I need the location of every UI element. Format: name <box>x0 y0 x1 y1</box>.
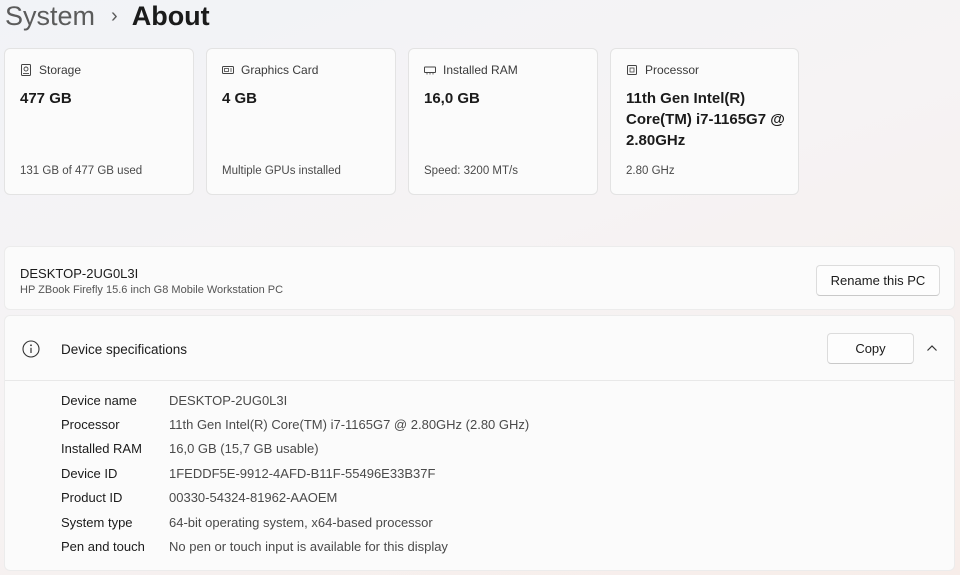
graphics-card-value: 4 GB <box>222 90 258 107</box>
spec-value: 00330-54324-81962-AAOEM <box>169 490 338 506</box>
graphics-card-card[interactable]: Graphics Card 4 GB Multiple GPUs install… <box>206 48 396 195</box>
spec-key: Device ID <box>61 465 118 481</box>
chevron-up-icon[interactable] <box>925 341 939 355</box>
graphics-card-sub: Multiple GPUs installed <box>222 165 341 177</box>
spec-row-device-id: Device ID 1FEDDF5E-9912-4AFD-B11F-55496E3… <box>61 461 529 485</box>
processor-card[interactable]: Processor 11th Gen Intel(R) Core(TM) i7-… <box>610 48 799 195</box>
spec-row-device-name: Device name DESKTOP-2UG0L3I <box>61 388 529 412</box>
spec-row-system-type: System type 64-bit operating system, x64-… <box>61 510 529 534</box>
breadcrumb: System › About <box>5 0 210 36</box>
device-name-panel: DESKTOP-2UG0L3I HP ZBook Firefly 15.6 in… <box>4 246 955 310</box>
storage-usage: 131 GB of 477 GB used <box>20 165 143 177</box>
processor-value: 11th Gen Intel(R) Core(TM) i7-1165G7 @ 2… <box>626 90 785 149</box>
processor-speed: 2.80 GHz <box>626 165 675 177</box>
device-name: DESKTOP-2UG0L3I <box>20 266 139 281</box>
copy-button[interactable]: Copy <box>827 333 914 364</box>
spec-key: Processor <box>61 417 120 433</box>
spec-key: System type <box>61 514 133 530</box>
spec-value: No pen or touch input is available for t… <box>169 539 448 555</box>
spec-row-product-id: Product ID 00330-54324-81962-AAOEM <box>61 486 529 510</box>
spec-row-pen-and-touch: Pen and touch No pen or touch input is av… <box>61 534 529 558</box>
device-model: HP ZBook Firefly 15.6 inch G8 Mobile Wor… <box>20 284 284 296</box>
spec-row-processor: Processor 11th Gen Intel(R) Core(TM) i7-1… <box>61 412 529 436</box>
spec-value: 11th Gen Intel(R) Core(TM) i7-1165G7 @ 2… <box>169 417 530 433</box>
ram-speed: Speed: 3200 MT/s <box>424 165 518 177</box>
spec-key: Product ID <box>61 490 123 506</box>
spec-list: Device name DESKTOP-2UG0L3I Processor 11th… <box>61 388 529 559</box>
device-specifications-panel: Device specifications Copy Device name DE… <box>4 315 955 571</box>
spec-value: 16,0 GB (15,7 GB usable) <box>169 441 319 457</box>
storage-label: Storage <box>39 63 82 77</box>
ram-value: 16,0 GB <box>424 90 480 107</box>
chevron-right-icon: › <box>111 4 118 27</box>
ram-label: Installed RAM <box>443 63 518 77</box>
spec-key: Pen and touch <box>61 539 145 555</box>
spec-value: 1FEDDF5E-9912-4AFD-B11F-55496E33B37F <box>169 465 436 481</box>
graphics-card-icon <box>222 66 234 74</box>
breadcrumb-system-link[interactable]: System <box>5 1 95 32</box>
spec-row-installed-ram: Installed RAM 16,0 GB (15,7 GB usable) <box>61 437 529 461</box>
info-icon <box>22 340 40 358</box>
storage-value: 477 GB <box>20 90 72 107</box>
device-specifications-title: Device specifications <box>61 342 188 357</box>
ram-icon <box>424 66 436 75</box>
storage-card[interactable]: Storage 477 GB 131 GB of 477 GB used <box>4 48 194 195</box>
processor-icon <box>627 65 637 75</box>
rename-pc-button[interactable]: Rename this PC <box>816 265 940 296</box>
spec-value: DESKTOP-2UG0L3I <box>169 392 288 408</box>
spec-key: Device name <box>61 392 137 408</box>
device-specifications-header[interactable]: Device specifications Copy <box>5 316 954 381</box>
spec-value: 64-bit operating system, x64-based proce… <box>169 514 433 530</box>
graphics-card-label: Graphics Card <box>241 63 319 77</box>
storage-icon <box>21 64 31 76</box>
processor-label: Processor <box>645 63 700 77</box>
ram-card[interactable]: Installed RAM 16,0 GB Speed: 3200 MT/s <box>408 48 598 195</box>
spec-key: Installed RAM <box>61 441 142 457</box>
page-title: About <box>131 0 210 31</box>
